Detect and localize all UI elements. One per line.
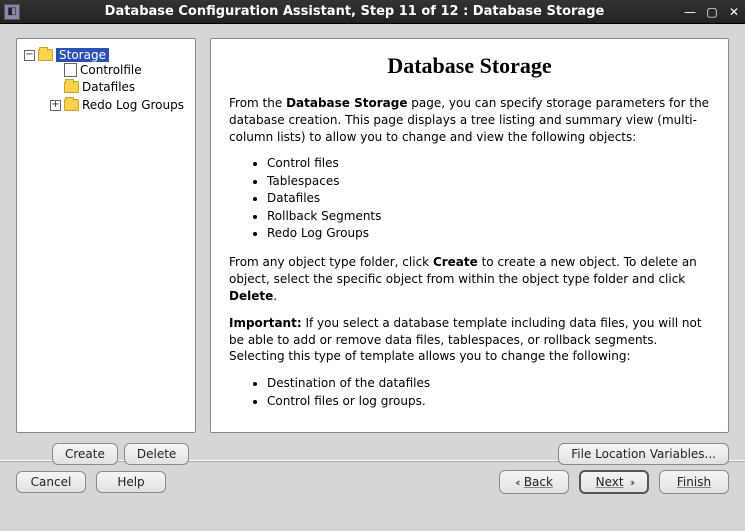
folder-icon xyxy=(64,99,79,111)
tree-label: Datafiles xyxy=(82,80,135,94)
finish-button[interactable]: Finish xyxy=(659,470,729,494)
file-icon xyxy=(64,63,77,77)
tree-panel: − Storage Controlfile xyxy=(16,38,196,433)
titlebar: ◧ Database Configuration Assistant, Step… xyxy=(0,0,745,24)
back-button[interactable]: ‹‹ Back xyxy=(499,470,569,494)
next-button[interactable]: Next ›› xyxy=(579,470,649,494)
close-icon[interactable]: ✕ xyxy=(727,5,741,19)
tree-label: Redo Log Groups xyxy=(82,98,184,112)
maximize-icon[interactable]: ▢ xyxy=(705,5,719,19)
create-button[interactable]: Create xyxy=(52,443,118,465)
app-icon: ◧ xyxy=(4,4,20,20)
list-item: Datafiles xyxy=(267,190,710,207)
objects-list: Control files Tablespaces Datafiles Roll… xyxy=(229,155,710,242)
file-location-variables-button[interactable]: File Location Variables... xyxy=(558,443,729,465)
important-paragraph: Important: If you select a database temp… xyxy=(229,315,710,365)
window-title: Database Configuration Assistant, Step 1… xyxy=(26,4,683,19)
spacer xyxy=(50,81,61,92)
list-item: Redo Log Groups xyxy=(267,225,710,242)
info-panel: Database Storage From the Database Stora… xyxy=(210,38,729,433)
window-controls: — ▢ ✕ xyxy=(683,5,741,19)
cancel-button[interactable]: Cancel xyxy=(16,471,86,493)
chevron-left-icon: ‹‹ xyxy=(515,476,518,489)
tree-label: Storage xyxy=(56,48,109,62)
delete-button[interactable]: Delete xyxy=(124,443,189,465)
spacer xyxy=(50,65,61,76)
tree-item-controlfile[interactable]: Controlfile xyxy=(47,63,145,77)
footer-bar: Cancel Help ‹‹ Back Next ›› Finish xyxy=(0,461,745,494)
minimize-icon[interactable]: — xyxy=(683,5,697,19)
list-item: Destination of the datafiles xyxy=(267,375,710,392)
tree-item-redolog[interactable]: + Redo Log Groups xyxy=(47,98,187,112)
tree-item-storage[interactable]: − Storage xyxy=(21,48,112,62)
expand-icon[interactable]: + xyxy=(50,100,61,111)
help-button[interactable]: Help xyxy=(96,471,166,493)
tree-label: Controlfile xyxy=(80,63,142,77)
list-item: Rollback Segments xyxy=(267,208,710,225)
list-item: Control files xyxy=(267,155,710,172)
changeable-list: Destination of the datafiles Control fil… xyxy=(229,375,710,410)
content-area: − Storage Controlfile xyxy=(0,24,745,459)
list-item: Tablespaces xyxy=(267,173,710,190)
page-heading: Database Storage xyxy=(229,53,710,79)
list-item: Control files or log groups. xyxy=(267,393,710,410)
tree-item-datafiles[interactable]: Datafiles xyxy=(47,80,138,94)
collapse-icon[interactable]: − xyxy=(24,50,35,61)
intro-paragraph: From the Database Storage page, you can … xyxy=(229,95,710,145)
create-delete-paragraph: From any object type folder, click Creat… xyxy=(229,254,710,304)
chevron-right-icon: ›› xyxy=(630,476,633,489)
folder-icon xyxy=(38,49,53,61)
folder-icon xyxy=(64,81,79,93)
